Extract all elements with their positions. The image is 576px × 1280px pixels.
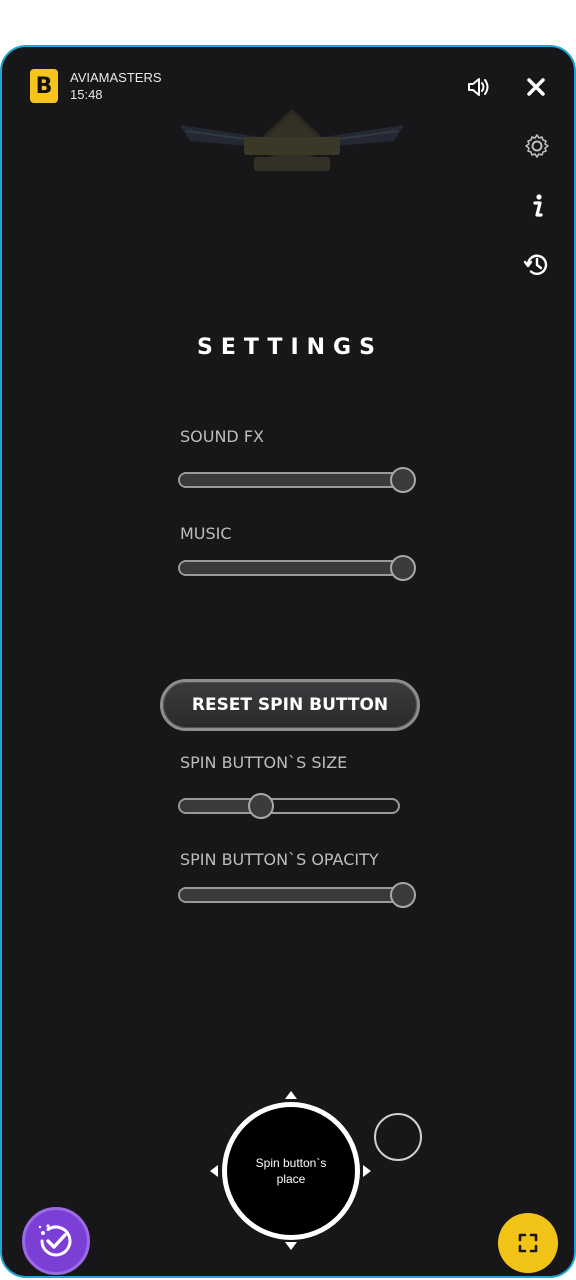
history-icon[interactable]: [522, 250, 552, 280]
close-icon[interactable]: [522, 73, 550, 101]
spin-size-slider[interactable]: [178, 793, 418, 819]
music-label: MUSIC: [180, 524, 232, 543]
bonus-icon: [38, 1224, 72, 1257]
sound-fx-slider[interactable]: [178, 467, 418, 493]
reset-spin-button[interactable]: RESET SPIN BUTTON: [160, 679, 420, 731]
spin-size-label: SPIN BUTTON`S SIZE: [180, 753, 348, 772]
speaker-icon[interactable]: [464, 73, 492, 101]
move-down-arrow-icon[interactable]: [285, 1242, 297, 1250]
secondary-button-place[interactable]: [374, 1113, 422, 1161]
slider-thumb[interactable]: [248, 793, 274, 819]
bonus-button[interactable]: [22, 1207, 90, 1275]
spin-button-place[interactable]: Spin button`s place: [222, 1102, 360, 1240]
brand-logo: B: [30, 69, 58, 103]
clock: 15:48: [70, 87, 103, 102]
game-meta: AVIAMASTERS 15:48: [70, 69, 162, 103]
move-left-arrow-icon[interactable]: [210, 1165, 218, 1177]
slider-fill: [180, 889, 403, 901]
fullscreen-icon: [518, 1233, 538, 1253]
info-icon[interactable]: [522, 191, 552, 221]
sound-fx-label: SOUND FX: [180, 427, 264, 446]
header: B AVIAMASTERS 15:48: [30, 69, 162, 103]
settings-title: SETTINGS: [197, 335, 383, 360]
game-name: AVIAMASTERS: [70, 70, 162, 85]
music-slider[interactable]: [178, 555, 418, 581]
game-window: B AVIAMASTERS 15:48 SETTINGS SOUND FX MU…: [0, 45, 576, 1278]
slider-fill: [180, 562, 403, 574]
spin-opacity-label: SPIN BUTTON`S OPACITY: [180, 850, 379, 869]
move-right-arrow-icon[interactable]: [363, 1165, 371, 1177]
slider-thumb[interactable]: [390, 555, 416, 581]
move-up-arrow-icon[interactable]: [285, 1091, 297, 1099]
slider-thumb[interactable]: [390, 882, 416, 908]
game-logo: [180, 107, 404, 191]
spin-button-place-label: Spin button`s place: [255, 1156, 327, 1186]
gear-icon[interactable]: [522, 131, 552, 161]
fullscreen-button[interactable]: [498, 1213, 558, 1273]
slider-thumb[interactable]: [390, 467, 416, 493]
spin-opacity-slider[interactable]: [178, 882, 418, 908]
slider-fill: [180, 474, 403, 486]
